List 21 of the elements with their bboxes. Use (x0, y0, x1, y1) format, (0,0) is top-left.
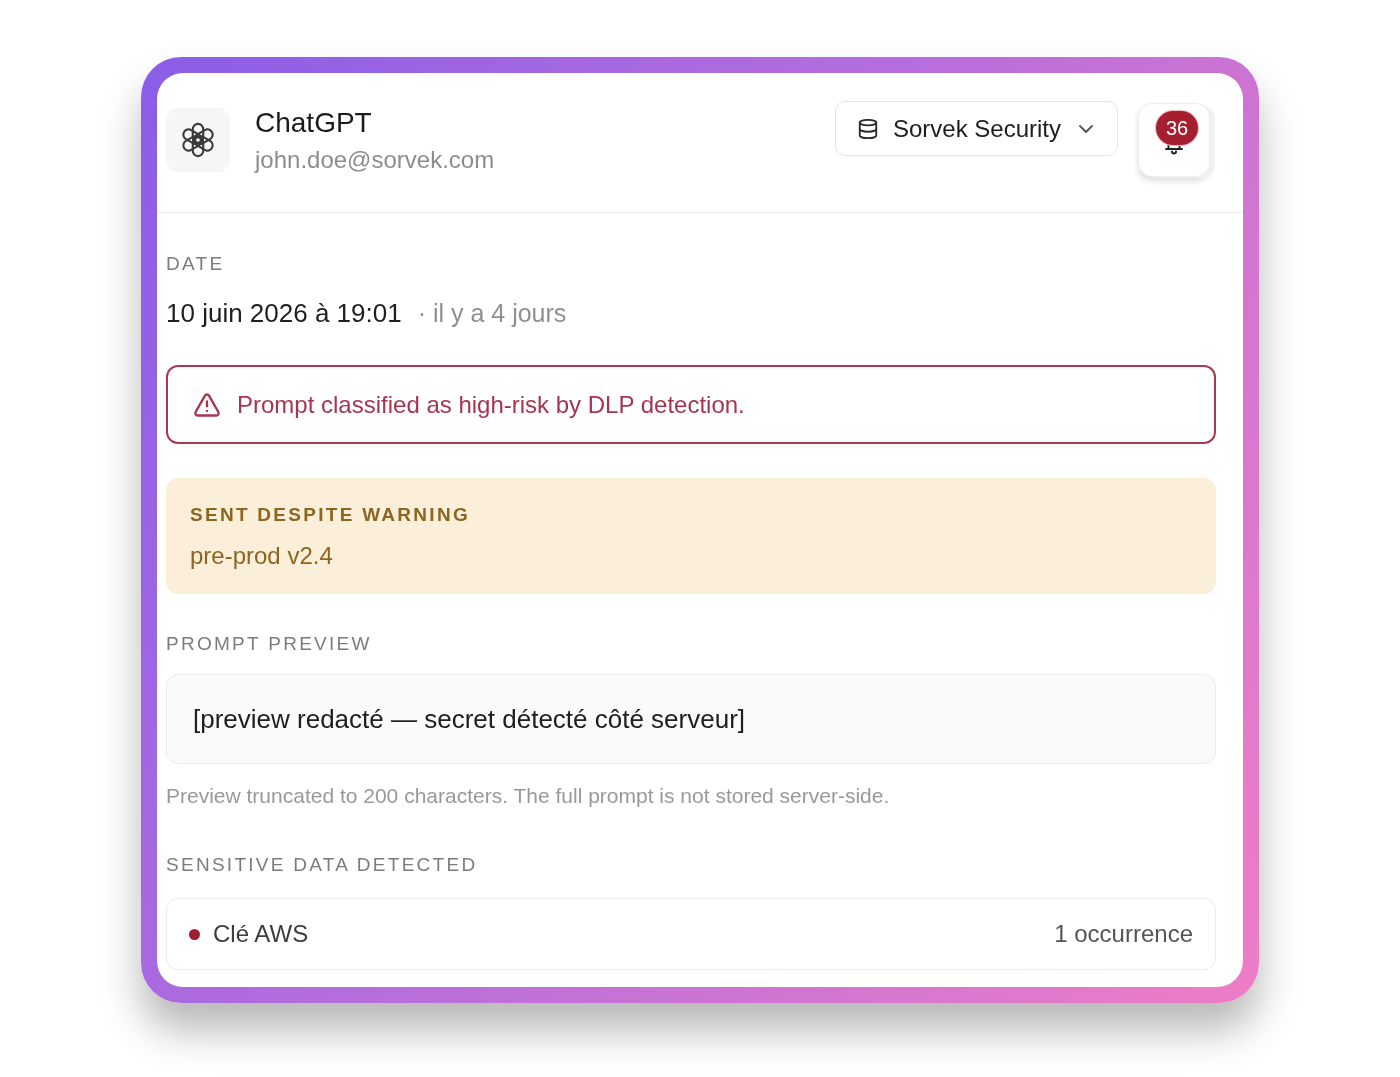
date-label: DATE (166, 252, 225, 276)
occurrence-count: 1 occurrence (1054, 919, 1193, 949)
database-icon (856, 117, 879, 140)
knot-logo-icon (180, 122, 216, 158)
override-label: SENT DESPITE WARNING (190, 503, 470, 527)
sensitive-data-label: SENSITIVE DATA DETECTED (166, 853, 478, 877)
data-type-name: Clé AWS (213, 919, 309, 949)
warning-icon (193, 390, 221, 419)
preview-note: Preview truncated to 200 characters. The full prompt is not stored server-side. (166, 783, 890, 809)
prompt-preview-text: [preview redacté — secret détecté côté serveur] (193, 702, 746, 736)
chevron-down-icon (1079, 124, 1093, 133)
notification-count-badge: 36 (1156, 111, 1198, 145)
user-email: john.doe@sorvek.com (255, 145, 495, 175)
app-name: ChatGPT (255, 106, 372, 140)
prompt-preview-label: PROMPT PREVIEW (166, 632, 372, 656)
alert-message: Prompt classified as high-risk by DLP detection. (237, 389, 745, 420)
override-value: pre-prod v2.4 (190, 541, 333, 571)
org-selector-dropdown[interactable]: Sorvek Security (834, 101, 1118, 156)
relative-time: · il y a 4 jours (417, 298, 567, 329)
bell-icon (1165, 144, 1183, 155)
date-value: 10 juin 2026 à 19:01 (166, 297, 402, 329)
